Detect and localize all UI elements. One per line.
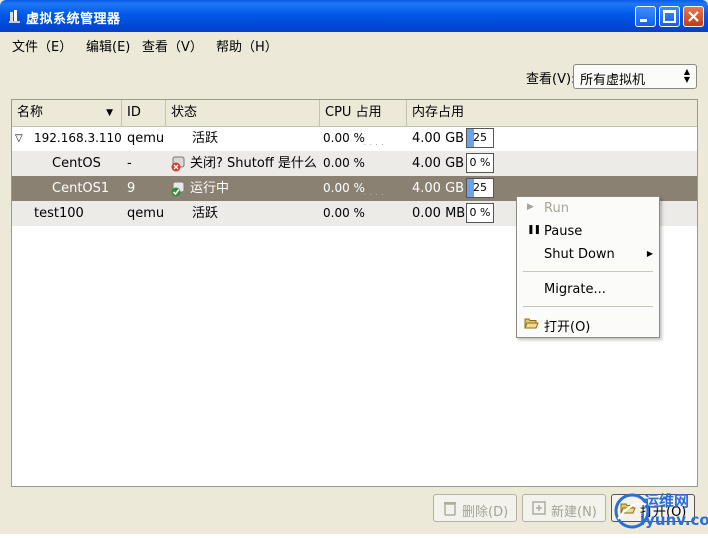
updown-arrow-icon: ▲ ▼ bbox=[683, 67, 690, 84]
window-title: 虚拟系统管理器 bbox=[26, 12, 121, 27]
vm-name: CentOS bbox=[52, 156, 101, 171]
memory-usage-bar: 0 % bbox=[466, 153, 494, 173]
minimize-icon bbox=[640, 19, 647, 22]
table-row-host[interactable]: ▽ 192.168.3.110 qemu 活跃 0.00 % 4.00 GB 2… bbox=[12, 126, 697, 151]
memory-usage-percent: 25 % bbox=[473, 131, 487, 144]
table-row-centos[interactable]: CentOS - 关闭? Shutoff 是什么 0.00 % 4.00 GB … bbox=[12, 151, 697, 176]
memory-usage-bar: 0 % bbox=[466, 203, 494, 223]
column-header-name[interactable]: 名称 ▼ bbox=[12, 100, 122, 126]
new-button[interactable]: 新建(N) bbox=[522, 494, 606, 522]
close-button[interactable] bbox=[683, 6, 704, 27]
context-menu-pause[interactable]: ❚❚ Pause bbox=[517, 221, 659, 243]
menu-bar: 文件（E） 编辑(E) 查看（V） 帮助（H） bbox=[0, 32, 708, 56]
vm-cpu: 0.00 % bbox=[323, 206, 365, 220]
vm-status: 运行中 bbox=[190, 181, 230, 196]
memory-usage-bar: 25 % bbox=[466, 128, 494, 148]
vm-status: 活跃 bbox=[192, 206, 219, 221]
menu-separator bbox=[523, 271, 653, 272]
expander-down-icon[interactable]: ▽ bbox=[15, 126, 23, 151]
context-menu-shutdown[interactable]: Shut Down ▶ bbox=[517, 244, 659, 266]
title-bar[interactable]: 虚拟系统管理器 bbox=[0, 0, 708, 32]
vm-id: qemu bbox=[127, 131, 165, 146]
virt-manager-window: 虚拟系统管理器 文件（E） 编辑(E) 查看（V） 帮助（H） 查看(V): 所… bbox=[0, 0, 708, 534]
running-status-icon bbox=[171, 181, 185, 197]
submenu-arrow-icon: ▶ bbox=[646, 249, 653, 258]
shutoff-status-icon bbox=[171, 156, 185, 172]
trash-icon bbox=[444, 502, 456, 516]
svg-text:运维网: 运维网 bbox=[644, 492, 689, 510]
cpu-graph-placeholder: · · · · bbox=[364, 192, 385, 199]
sort-down-icon: ▼ bbox=[106, 108, 113, 118]
new-vm-icon bbox=[532, 501, 546, 515]
action-bar: 删除(D) 新建(N) 打开(O) bbox=[5, 489, 703, 531]
menu-help[interactable]: 帮助（H） bbox=[216, 36, 278, 55]
context-menu-migrate[interactable]: Migrate... bbox=[517, 279, 659, 301]
column-header-status[interactable]: 状态 bbox=[166, 100, 320, 126]
column-header-memory[interactable]: 内存占用 bbox=[407, 100, 697, 126]
vm-context-menu: ▶ Run ❚❚ Pause Shut Down ▶ Migrate... 打开… bbox=[516, 196, 660, 338]
vm-status: 活跃 bbox=[192, 131, 219, 146]
context-menu-open[interactable]: 打开(O) bbox=[517, 313, 659, 335]
vm-memory: 4.00 GB bbox=[412, 181, 465, 196]
delete-button[interactable]: 删除(D) bbox=[433, 494, 517, 522]
view-filter-value: 所有虚拟机 bbox=[580, 73, 646, 88]
view-filter-label: 查看(V): bbox=[526, 72, 576, 87]
maximize-icon bbox=[663, 10, 676, 23]
menu-view[interactable]: 查看（V） bbox=[142, 36, 203, 55]
menu-separator bbox=[523, 306, 653, 307]
vm-cpu: 0.00 % bbox=[323, 181, 365, 195]
memory-usage-bar: 25 % bbox=[466, 178, 494, 198]
vm-memory: 0.00 MB bbox=[412, 206, 466, 221]
memory-usage-percent: 25 % bbox=[473, 181, 487, 194]
site-watermark: 运维网 iyunv.com bbox=[612, 489, 708, 534]
minimize-button[interactable] bbox=[635, 6, 656, 27]
context-menu-run[interactable]: ▶ Run bbox=[517, 198, 659, 220]
pause-icon: ❚❚ bbox=[527, 225, 541, 235]
table-header: 名称 ▼ ID 状态 CPU 占用 内存占用 bbox=[12, 100, 697, 127]
menu-file[interactable]: 文件（E） bbox=[12, 36, 72, 55]
vm-name: 192.168.3.110 bbox=[34, 131, 122, 145]
view-filter-select[interactable]: 所有虚拟机 ▲ ▼ bbox=[573, 64, 697, 89]
menu-edit[interactable]: 编辑(E) bbox=[86, 36, 130, 55]
memory-usage-percent: 0 % bbox=[469, 206, 491, 219]
vm-name: CentOS1 bbox=[52, 181, 110, 196]
svg-text:iyunv.com: iyunv.com bbox=[640, 511, 708, 529]
vm-status: 关闭? Shutoff 是什么 bbox=[190, 156, 317, 171]
folder-open-icon bbox=[524, 318, 539, 329]
cpu-graph-placeholder: · · · · bbox=[364, 142, 385, 149]
vm-id: qemu bbox=[127, 206, 165, 221]
maximize-button[interactable] bbox=[659, 6, 680, 27]
watermark-logo: 运维网 iyunv.com bbox=[614, 492, 708, 529]
app-icon bbox=[9, 10, 20, 23]
vm-cpu: 0.00 % bbox=[323, 131, 365, 145]
vm-name: test100 bbox=[34, 206, 84, 221]
play-icon: ▶ bbox=[527, 202, 534, 212]
vm-id: 9 bbox=[127, 181, 136, 196]
vm-memory: 4.00 GB bbox=[412, 156, 465, 171]
vm-id: - bbox=[127, 156, 132, 171]
close-icon bbox=[688, 11, 699, 22]
column-header-cpu[interactable]: CPU 占用 bbox=[320, 100, 407, 126]
memory-usage-percent: 0 % bbox=[469, 156, 491, 169]
column-header-id[interactable]: ID bbox=[122, 100, 166, 126]
vm-cpu: 0.00 % bbox=[323, 156, 365, 170]
vm-memory: 4.00 GB bbox=[412, 131, 465, 146]
